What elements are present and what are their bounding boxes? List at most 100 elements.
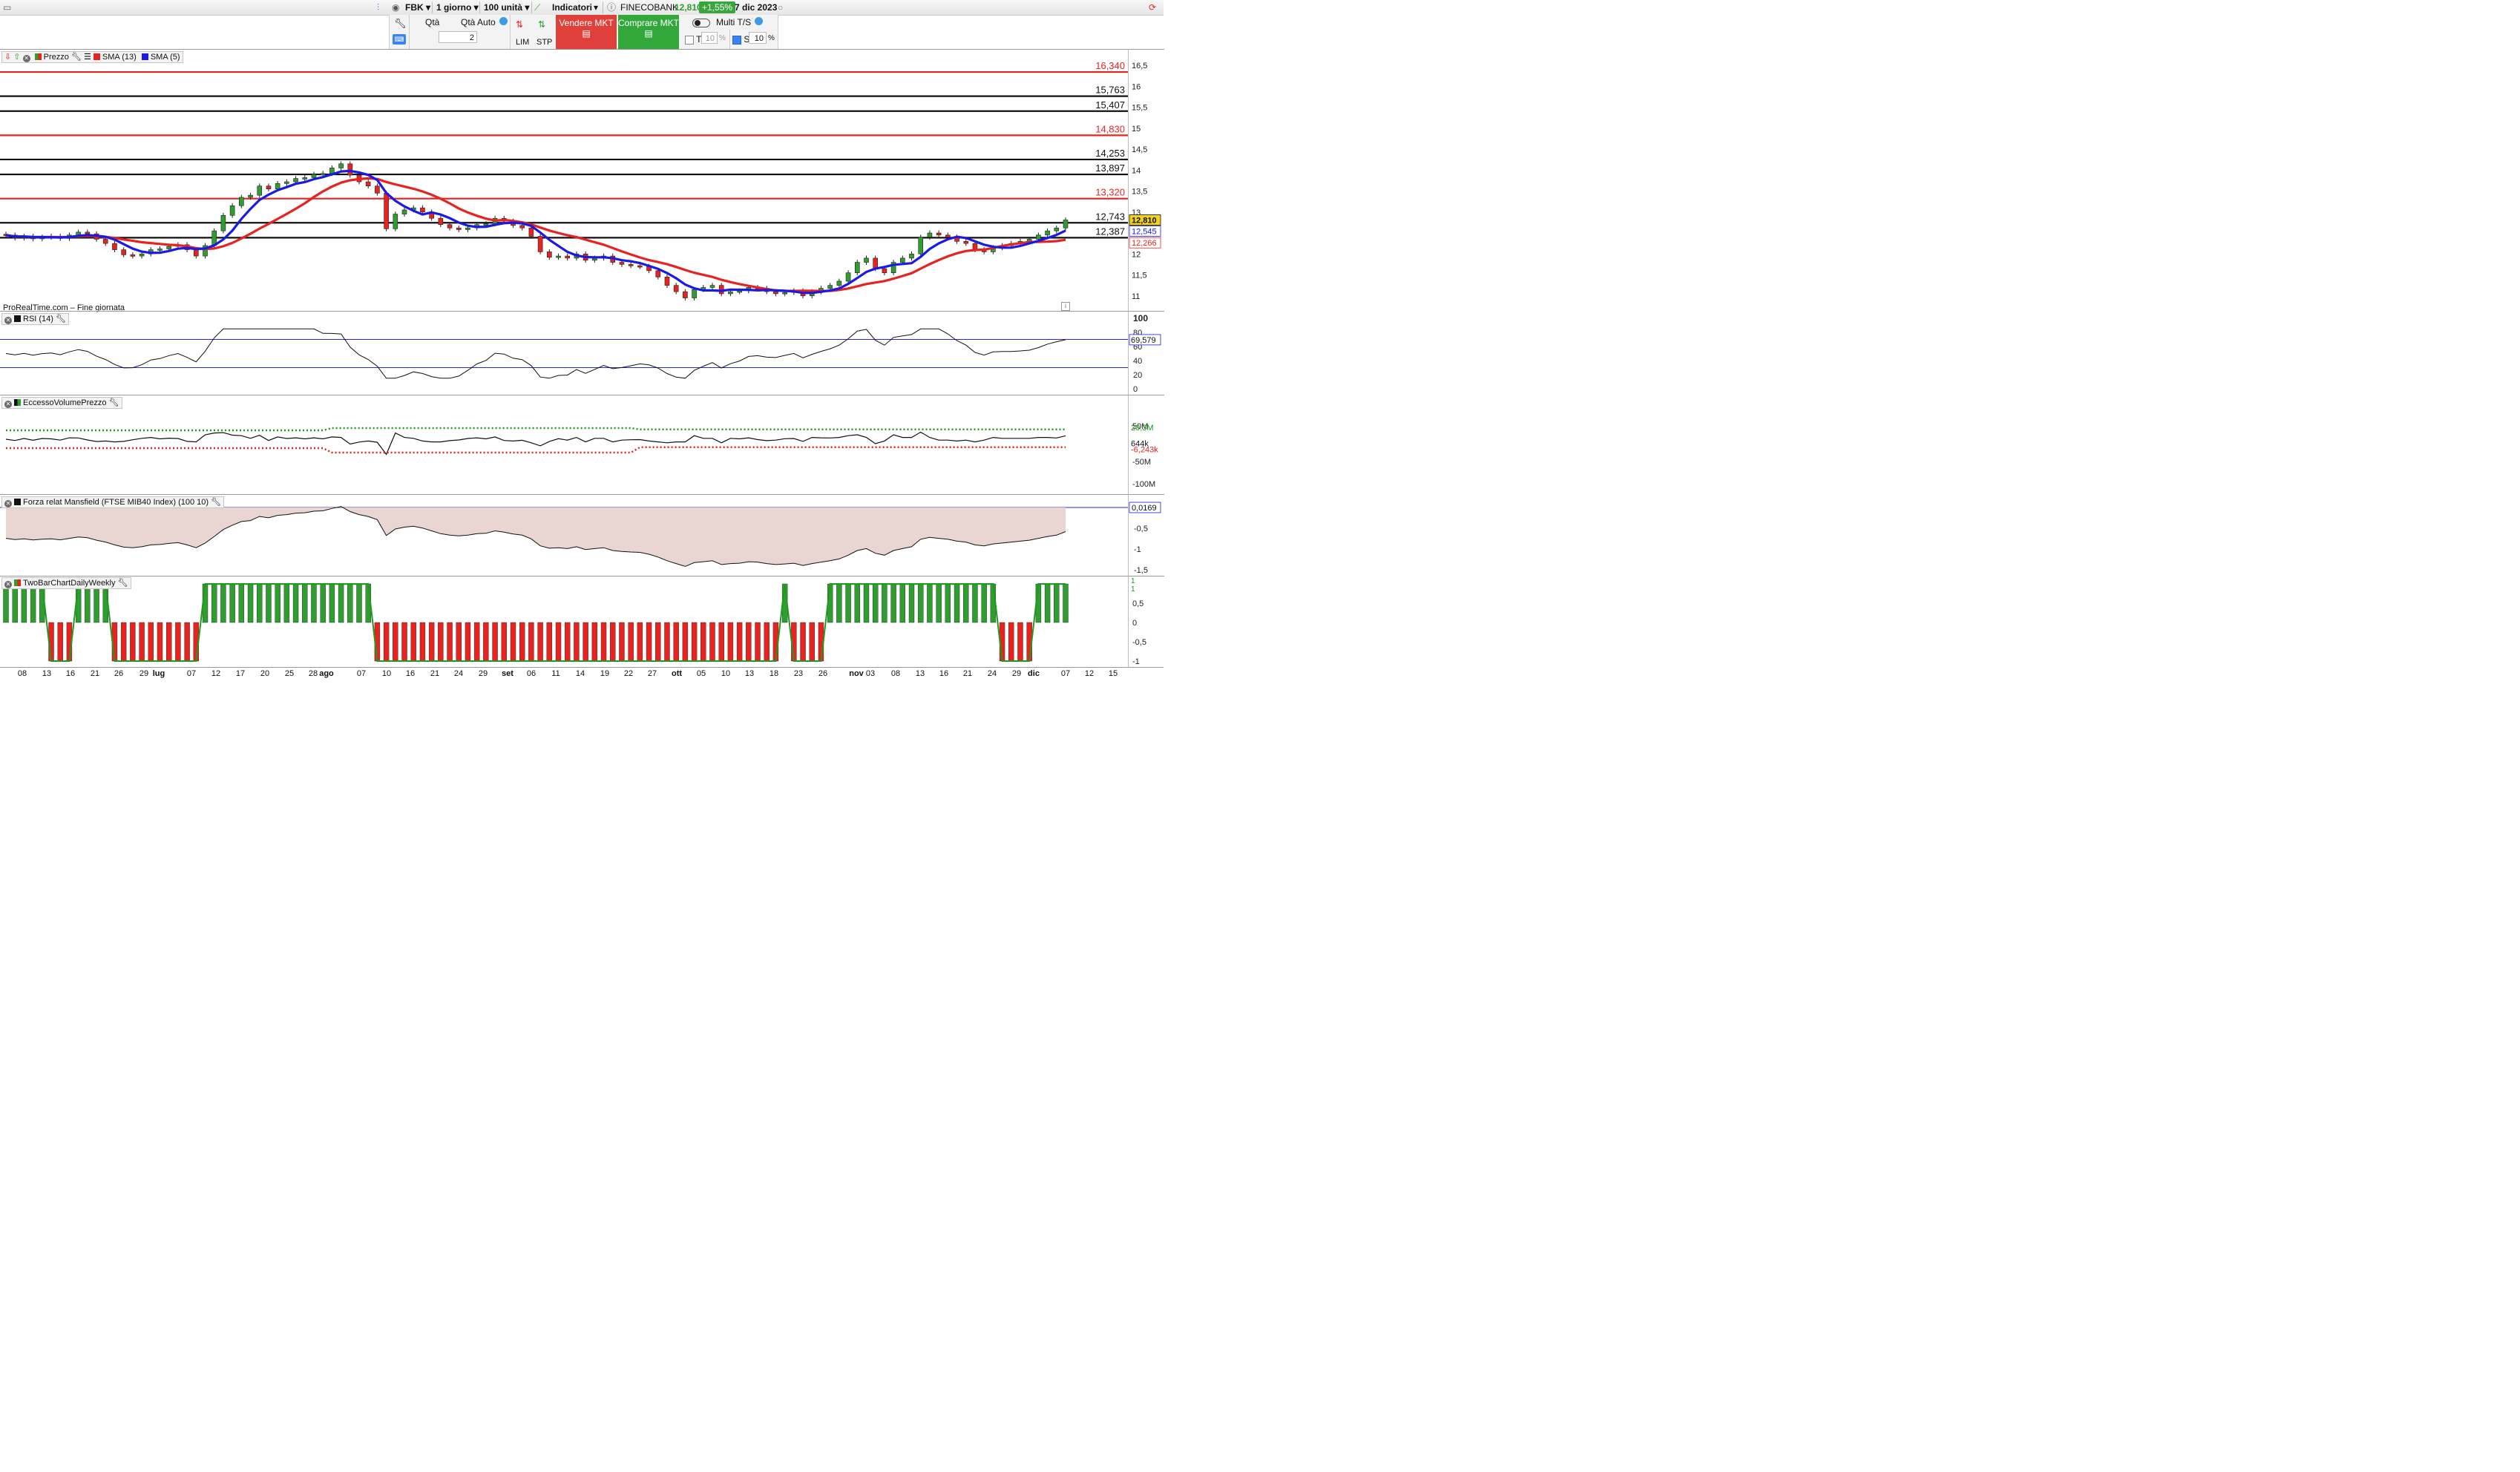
stop-order-icon[interactable]: ⇅: [538, 19, 545, 30]
collapse-icon[interactable]: ▭: [3, 1, 11, 13]
candle-body: [827, 285, 833, 289]
period-selector[interactable]: 1 giorno ▾: [436, 1, 479, 13]
twobar-up-bar: [1054, 583, 1060, 623]
twobar-up-bar: [257, 583, 263, 623]
x-tick-label: 18: [769, 669, 779, 678]
x-tick-label: 19: [600, 669, 610, 678]
close-icon[interactable]: ✕: [4, 500, 12, 507]
twobar-y-tick: 0,5: [1132, 599, 1143, 608]
wrench-icon[interactable]: 🔧︎: [394, 18, 407, 30]
sell-market-button[interactable]: Vendere MKT ▤: [556, 15, 617, 49]
twobar-tag-1: 1: [1131, 577, 1135, 585]
buy-market-button[interactable]: Comprare MKT ▤: [618, 15, 679, 49]
help-bubble-icon[interactable]: [499, 17, 508, 25]
s-value-input[interactable]: 10: [749, 32, 767, 44]
qty-input[interactable]: 2: [439, 31, 477, 43]
twobar-up-bar: [1063, 583, 1069, 623]
candle-body: [673, 285, 679, 292]
twobar-up-bar: [882, 583, 887, 623]
mansfield-title: Forza relat Mansfield (FTSE MIB40 Index)…: [23, 498, 209, 507]
twobar-down-bar: [764, 622, 770, 662]
twobar-title: TwoBarChartDailyWeekly: [23, 579, 116, 588]
chart-type-icon[interactable]: ⫶: [377, 1, 379, 13]
twobar-up-bar: [283, 583, 290, 623]
t-value-input[interactable]: 10: [701, 32, 718, 44]
x-tick-label: 14: [575, 669, 585, 678]
x-tick-label: 07: [1060, 669, 1071, 678]
candle-body: [709, 285, 715, 288]
limit-order-icon[interactable]: ⇅: [516, 19, 523, 30]
sell-icon: ▤: [582, 28, 591, 39]
twobar-down-bar: [600, 622, 607, 662]
mansfield-y-tick: -1: [1134, 545, 1141, 554]
price-chart: 16,51615,51514,51413,5131211,51116,34015…: [0, 60, 1161, 301]
candle-body: [864, 257, 869, 263]
x-tick-label: 10: [381, 669, 392, 678]
close-icon[interactable]: ✕: [4, 581, 12, 588]
twobar-down-bar: [473, 622, 480, 662]
rsi-tag: 69,579: [1131, 336, 1156, 345]
multi-ts-help-icon[interactable]: [755, 17, 763, 25]
candle-body: [166, 246, 171, 249]
twobar-settings-icon[interactable]: 🔧︎: [118, 579, 128, 588]
mansfield-tag: 0,0169: [1132, 504, 1157, 513]
indicators-button[interactable]: Indicatori: [552, 1, 592, 13]
candle-body: [121, 249, 126, 255]
twobar-down-bar: [574, 622, 580, 662]
price-y-tick: 13,5: [1132, 188, 1147, 197]
x-tick-label: 26: [114, 669, 124, 678]
twobar-up-bar: [963, 583, 969, 623]
level-label: 15,763: [1095, 85, 1125, 96]
refresh-icon[interactable]: ⟳: [1149, 1, 1156, 13]
twobar-down-bar: [691, 622, 698, 662]
twobar-up-bar: [854, 583, 860, 623]
twobar-down-bar: [682, 622, 689, 662]
candle-body: [302, 177, 308, 180]
candle-body: [220, 214, 226, 231]
lim-button[interactable]: LIM: [516, 38, 529, 47]
x-tick-label: lug: [152, 669, 165, 678]
x-tick-label: 29: [1011, 669, 1022, 678]
t-checkbox[interactable]: T: [685, 34, 701, 45]
qty-auto-label: Qtà Auto: [461, 17, 496, 27]
indicators-dropdown-icon[interactable]: ▾: [594, 1, 598, 13]
s-checkbox[interactable]: S: [732, 34, 749, 45]
x-tick-label: 16: [939, 669, 949, 678]
units-selector[interactable]: 100 unità ▾: [484, 1, 529, 13]
twobar-down-bar: [456, 622, 462, 662]
twobar-up-bar: [863, 583, 870, 623]
twobar-down-bar: [492, 622, 498, 662]
twobar-down-bar: [120, 622, 127, 662]
price-y-tick: 16,5: [1132, 62, 1147, 70]
x-tick-label: 08: [890, 669, 901, 678]
twobar-up-bar: [21, 583, 27, 623]
twobar-swatch: [14, 579, 21, 586]
keyboard-icon[interactable]: ⌨: [393, 34, 406, 45]
stp-button[interactable]: STP: [537, 38, 552, 47]
candle-body: [248, 194, 253, 198]
instrument-icon[interactable]: ◉: [392, 1, 399, 13]
twobar-up-bar: [899, 583, 906, 623]
x-tick-label: 16: [405, 669, 416, 678]
twobar-down-bar: [465, 622, 471, 662]
twobar-down-bar: [736, 622, 743, 662]
status-dot-icon: ○: [778, 2, 784, 13]
candle-body: [737, 290, 742, 293]
level-label: 12,743: [1095, 211, 1125, 222]
indicators-icon[interactable]: ⟋: [534, 1, 540, 13]
twobar-up-bar: [908, 583, 915, 623]
candle-body: [909, 253, 914, 259]
multi-ts-toggle[interactable]: [692, 19, 710, 27]
symbol-selector[interactable]: FBK ▾: [405, 1, 430, 13]
x-tick-label: 21: [962, 669, 973, 678]
rsi-chart: 10080604020069,579: [0, 313, 1161, 394]
price-y-tick: 15,5: [1132, 104, 1147, 113]
twobar-down-bar: [383, 622, 390, 662]
candle-body: [619, 262, 625, 265]
x-tick-label: 21: [90, 669, 100, 678]
twobar-up-bar: [30, 583, 36, 623]
mansfield-settings-icon[interactable]: 🔧︎: [211, 498, 221, 507]
price-y-tick: 14,5: [1132, 145, 1147, 154]
mansfield-y-tick: -0,5: [1134, 525, 1148, 533]
info-icon[interactable]: ⓘ: [607, 1, 616, 13]
